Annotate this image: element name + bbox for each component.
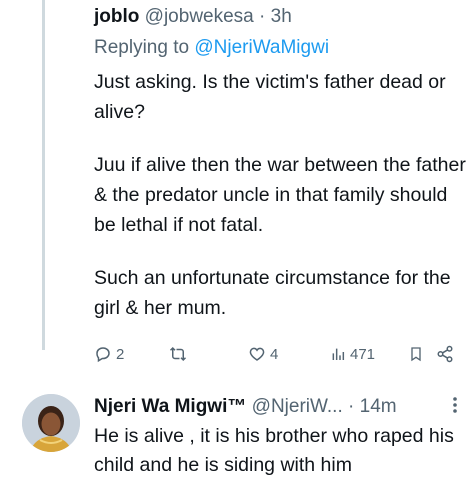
- more-icon[interactable]: [452, 396, 458, 422]
- views-icon: [330, 345, 346, 363]
- tweet-time[interactable]: 3h: [271, 6, 292, 27]
- reply-button[interactable]: 2: [94, 345, 124, 363]
- replying-to-mention[interactable]: @NjeriWaMigwi: [194, 37, 329, 58]
- retweet-button[interactable]: [168, 345, 192, 363]
- share-button[interactable]: [436, 345, 454, 363]
- bookmark-icon: [408, 345, 424, 363]
- like-count: 4: [270, 345, 279, 363]
- tweet-time[interactable]: 14m: [360, 396, 397, 417]
- separator-dot: ·: [259, 6, 266, 27]
- like-button[interactable]: 4: [248, 345, 278, 363]
- tweet-text: He is alive , it is his brother who rape…: [94, 425, 454, 476]
- reply-tweet[interactable]: joblo @jobwekesa · 3h Replying to @Njeri…: [94, 0, 470, 323]
- avatar[interactable]: [22, 394, 80, 452]
- reply-count: 2: [116, 345, 125, 363]
- tweet-header: joblo @jobwekesa · 3h: [94, 4, 470, 30]
- views-count: 471: [350, 345, 376, 363]
- replying-to-label: Replying to: [94, 37, 190, 58]
- avatar-portrait: [22, 394, 80, 452]
- author-handle[interactable]: @jobwekesa: [145, 6, 254, 27]
- tweet-actions-bar: 2 4 471: [94, 345, 464, 369]
- share-icon: [436, 345, 454, 363]
- tweet-header: Njeri Wa Migwi™ @NjeriW... · 14m: [94, 394, 466, 420]
- tweet-paragraph: Juu if alive then the war between the fa…: [94, 154, 466, 236]
- next-tweet-content: Njeri Wa Migwi™ @NjeriW... · 14m He is a…: [94, 394, 466, 480]
- tweet-paragraph: Just asking. Is the victim's father dead…: [94, 71, 446, 123]
- views-button[interactable]: 471: [330, 345, 375, 363]
- like-icon: [248, 345, 266, 363]
- retweet-icon: [168, 345, 188, 363]
- separator-dot: ·: [348, 396, 355, 417]
- author-name[interactable]: Njeri Wa Migwi™: [94, 396, 246, 417]
- bookmark-button[interactable]: [408, 345, 424, 363]
- tweet-text: Just asking. Is the victim's father dead…: [94, 67, 470, 323]
- author-handle[interactable]: @NjeriW...: [252, 396, 343, 417]
- reply-icon: [94, 345, 112, 363]
- replying-to-line: Replying to @NjeriWaMigwi: [94, 35, 470, 61]
- author-name[interactable]: joblo: [94, 6, 139, 27]
- thread-connector-line: [42, 0, 45, 350]
- tweet-paragraph: Such an unfortunate circumstance for the…: [94, 267, 451, 319]
